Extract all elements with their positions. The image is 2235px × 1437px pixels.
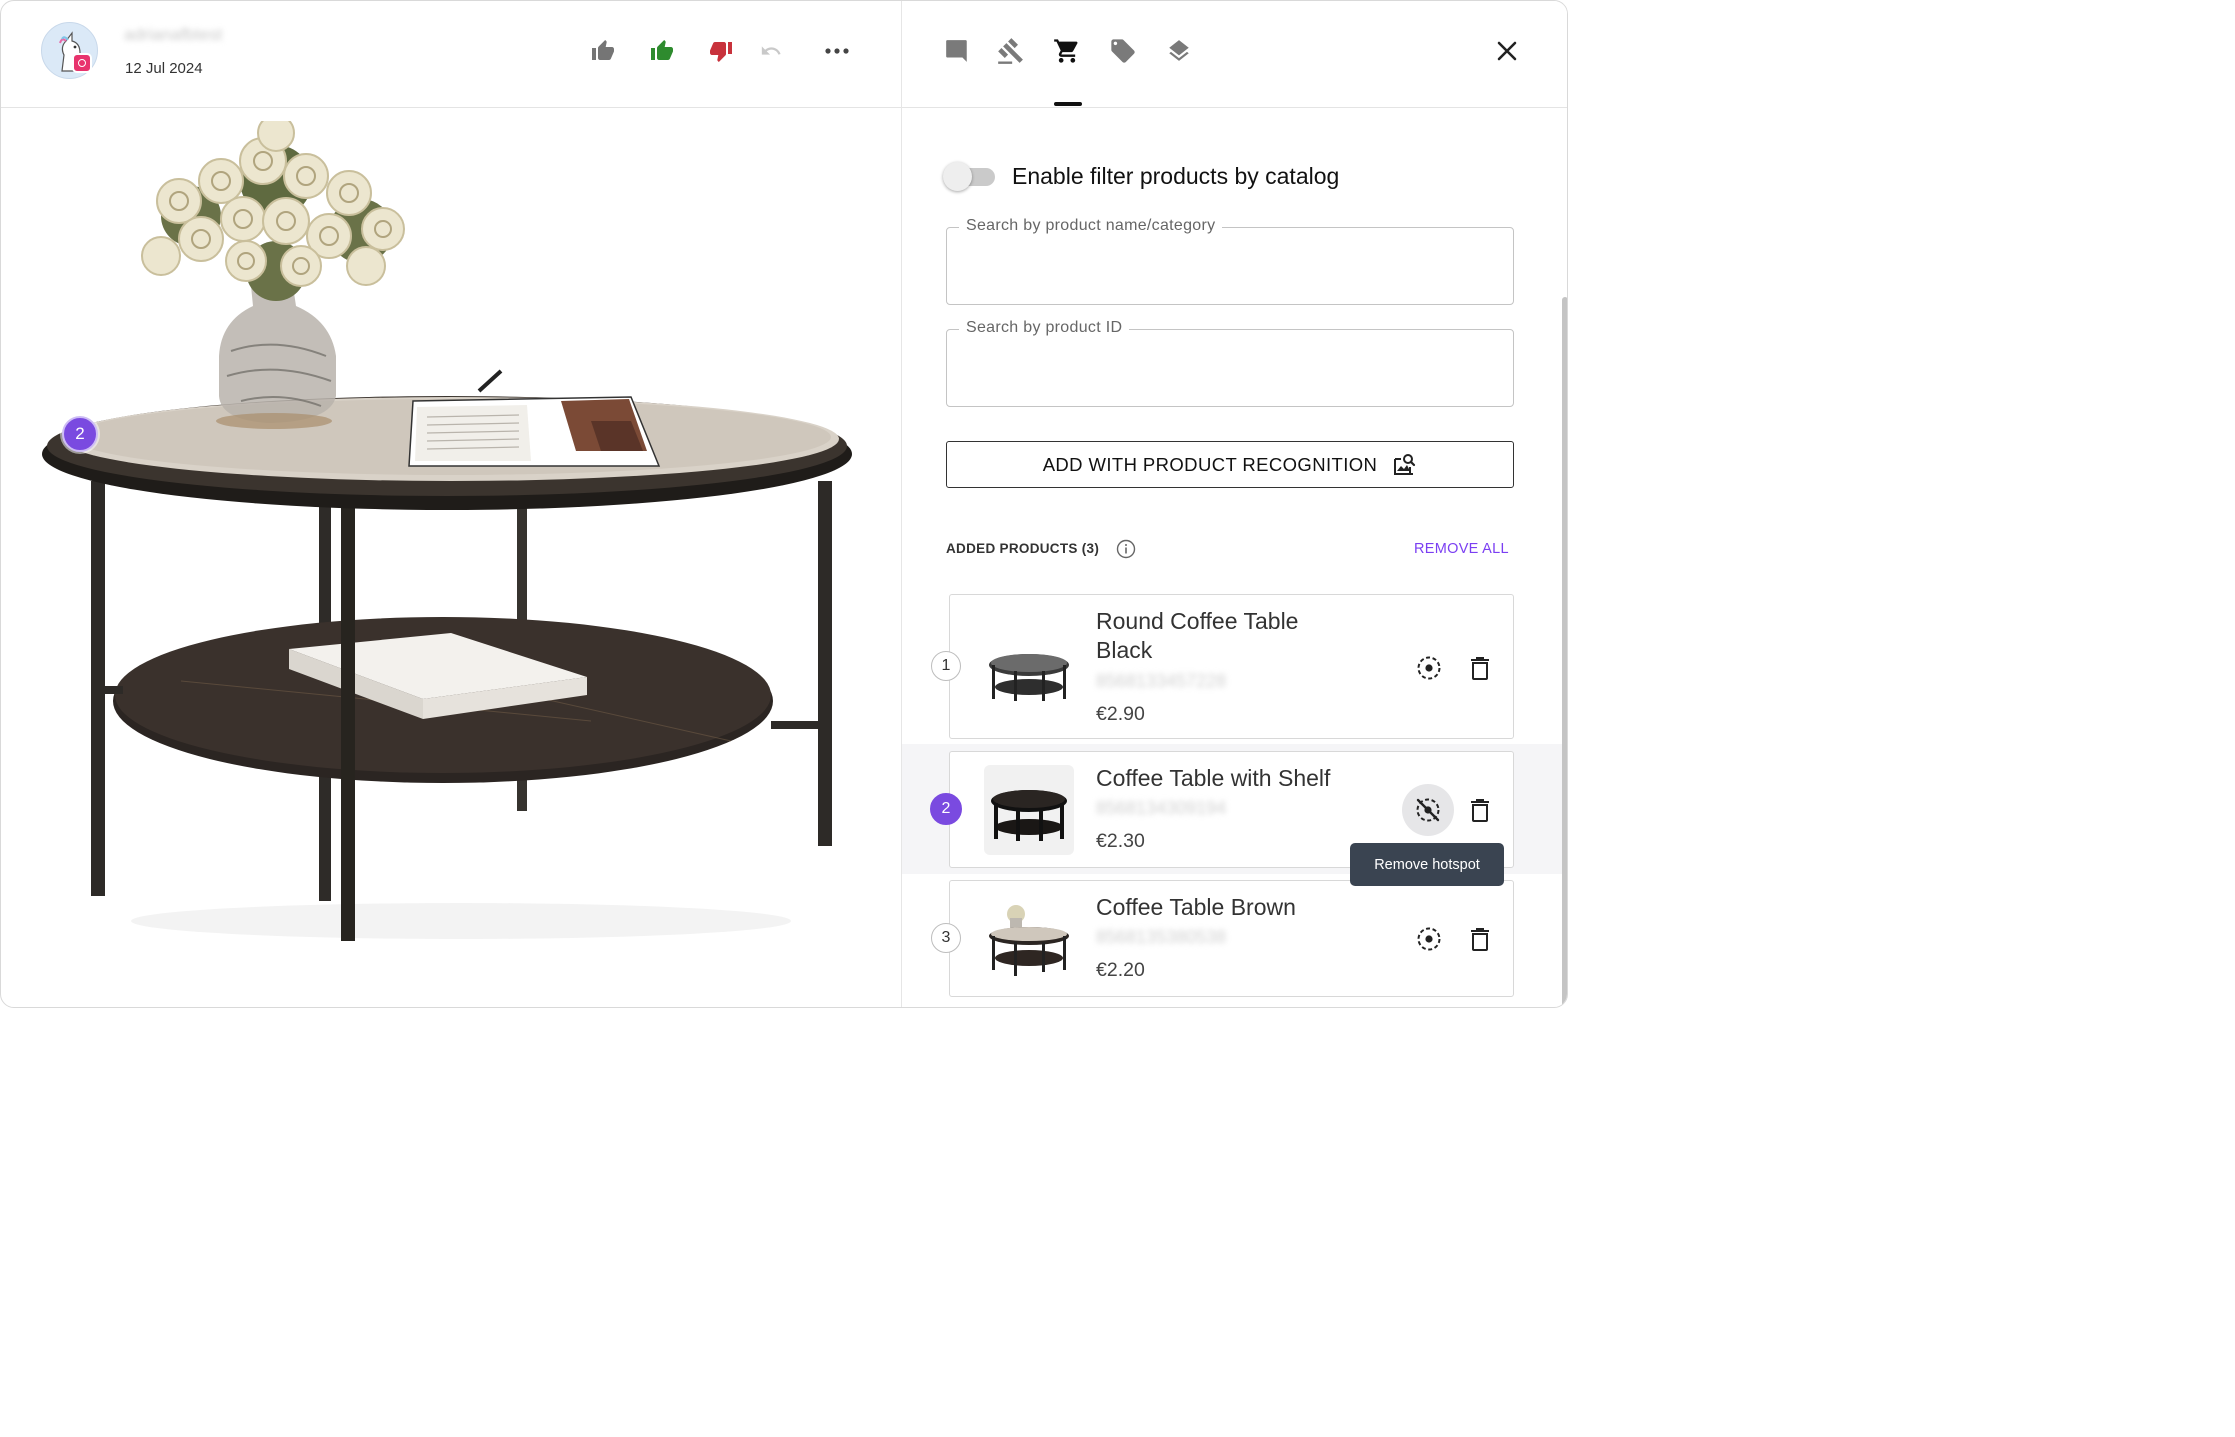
product-name: Coffee Table with Shelf <box>1096 765 1331 791</box>
post-pane: adrianafbtest 12 Jul 2024 2 <box>1 1 902 1007</box>
info-icon[interactable] <box>1116 539 1136 559</box>
product-recognition-label: ADD WITH PRODUCT RECOGNITION <box>1042 453 1378 475</box>
post-image <box>42 121 852 941</box>
post-date: 12 Jul 2024 <box>125 60 203 77</box>
remove-all-link[interactable]: REMOVE ALL <box>1414 541 1509 557</box>
image-search-icon <box>1394 453 1416 475</box>
search-name-field[interactable]: Search by product name/category <box>946 217 1514 305</box>
toggle-label: Enable filter products by catalog <box>1012 163 1340 189</box>
remove-hotspot-icon[interactable] <box>1402 784 1454 836</box>
undo-icon[interactable] <box>757 37 785 65</box>
instagram-icon <box>72 53 92 73</box>
add-hotspot-icon[interactable] <box>1412 651 1446 685</box>
thumb-up-icon[interactable] <box>589 37 617 65</box>
panel-tabs <box>902 1 1567 108</box>
product-card[interactable]: Round Coffee Table Black 8568133457228 €… <box>949 594 1514 739</box>
product-price: €2.20 <box>1096 959 1145 981</box>
close-icon[interactable] <box>1493 37 1521 65</box>
product-id: 8568135380538 <box>1096 927 1227 947</box>
product-id: 8568133457228 <box>1096 671 1227 691</box>
delete-icon[interactable] <box>1463 922 1497 956</box>
product-thumbnail <box>984 894 1074 984</box>
layers-icon[interactable] <box>1163 35 1195 67</box>
moderation-modal: adrianafbtest 12 Jul 2024 2 Enable filte… <box>0 0 1568 1008</box>
gavel-icon[interactable] <box>995 35 1027 67</box>
thumb-down-icon[interactable] <box>707 37 735 65</box>
product-card[interactable]: Coffee Table Brown 8568135380538 €2.20 <box>949 880 1514 997</box>
product-thumbnail <box>984 619 1074 709</box>
remove-hotspot-tooltip: Remove hotspot <box>1350 843 1504 886</box>
product-name: Round Coffee Table Black <box>1096 608 1299 663</box>
panel-scrollbar[interactable] <box>1562 297 1567 1007</box>
image-hotspot-marker[interactable]: 2 <box>62 416 98 452</box>
product-index: 2 <box>930 793 962 825</box>
product-price: €2.90 <box>1096 703 1145 725</box>
more-icon[interactable] <box>823 37 851 65</box>
product-recognition-button[interactable]: ADD WITH PRODUCT RECOGNITION <box>946 441 1514 488</box>
product-index: 1 <box>931 651 961 681</box>
added-products-title: ADDED PRODUCTS (3) <box>946 541 1100 556</box>
comment-icon[interactable] <box>941 35 973 67</box>
search-id-input[interactable] <box>961 350 1491 386</box>
toggle-knob <box>943 162 972 191</box>
thumb-up-approve-icon[interactable] <box>648 37 676 65</box>
active-tab-indicator <box>1054 102 1082 106</box>
product-thumbnail <box>984 765 1074 855</box>
delete-icon[interactable] <box>1463 651 1497 685</box>
product-name: Coffee Table Brown <box>1096 894 1296 920</box>
search-name-label: Search by product name/category <box>959 217 1223 235</box>
search-name-input[interactable] <box>961 248 1491 284</box>
catalog-filter-toggle[interactable] <box>943 162 997 192</box>
username: adrianafbtest <box>124 25 223 44</box>
product-id: 8568134309194 <box>1096 798 1227 818</box>
search-id-label: Search by product ID <box>959 319 1130 337</box>
tag-icon[interactable] <box>1107 35 1139 67</box>
cart-icon[interactable] <box>1051 35 1083 67</box>
add-hotspot-icon[interactable] <box>1412 922 1446 956</box>
product-index: 3 <box>931 923 961 953</box>
search-id-field[interactable]: Search by product ID <box>946 319 1514 407</box>
post-header: adrianafbtest 12 Jul 2024 <box>1 1 901 108</box>
product-price: €2.30 <box>1096 830 1145 852</box>
products-panel: EDIT CTA BUTTON ⌄ <box>902 1 1567 1007</box>
avatar <box>41 22 98 79</box>
delete-icon[interactable] <box>1463 793 1497 827</box>
